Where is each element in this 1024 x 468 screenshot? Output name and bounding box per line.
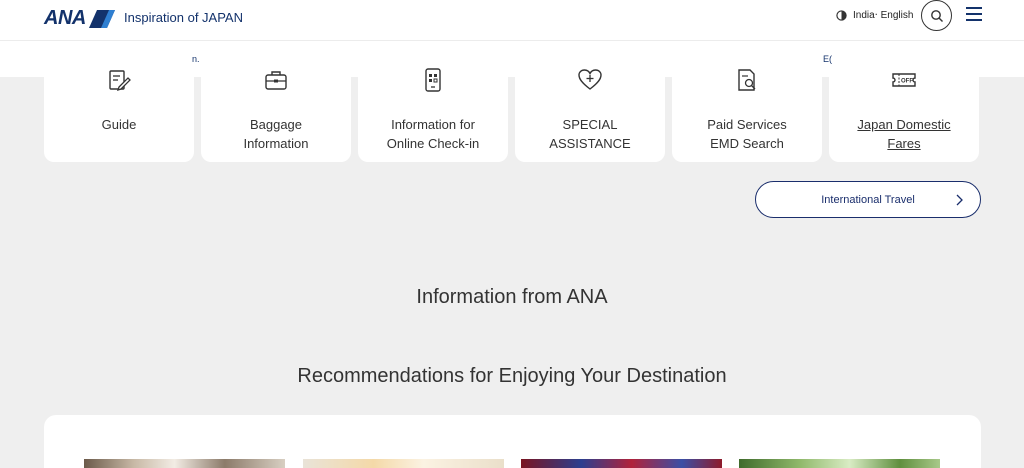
menu-icon-bar bbox=[966, 13, 982, 15]
search-button[interactable] bbox=[921, 0, 952, 31]
card-special-assistance[interactable]: SPECIAL ASSISTANCE bbox=[515, 69, 665, 162]
recommendation-thumbnail[interactable] bbox=[739, 459, 940, 468]
baggage-icon bbox=[265, 71, 287, 90]
information-from-ana-heading: Information from ANA bbox=[416, 286, 608, 308]
ana-logo[interactable]: ANA bbox=[44, 7, 115, 30]
recommendations-heading: Recommendations for Enjoying Your Destin… bbox=[297, 365, 727, 387]
menu-button[interactable] bbox=[966, 6, 982, 22]
subnav-fragment-right[interactable]: E( bbox=[823, 54, 832, 64]
svg-text:OFF: OFF bbox=[901, 79, 913, 85]
guide-icon bbox=[109, 70, 131, 92]
globe-icon bbox=[836, 10, 847, 21]
ana-logo-mark-icon bbox=[88, 9, 115, 28]
qr-phone-icon bbox=[425, 68, 441, 92]
card-online-checkin[interactable]: Information for Online Check-in bbox=[358, 68, 508, 162]
card-checkin-label: Information for Online Check-in bbox=[386, 117, 480, 151]
card-guide-label: Guide bbox=[101, 117, 137, 132]
card-japan-domestic-fares[interactable]: OFF Japan Domestic Fares bbox=[829, 73, 979, 162]
site-header: ANA Inspiration of JAPAN India‧ English bbox=[0, 0, 1024, 40]
menu-icon-bar bbox=[966, 19, 982, 21]
card-baggage-information[interactable]: Baggage Information bbox=[201, 71, 351, 162]
international-travel-button[interactable]: International Travel bbox=[755, 181, 981, 218]
recommendation-thumbnail[interactable] bbox=[521, 459, 722, 468]
card-paid-services-label: Paid Services EMD Search bbox=[707, 117, 787, 151]
chevron-right-icon bbox=[956, 194, 963, 206]
heart-plus-icon bbox=[578, 69, 602, 90]
sub-navigation-bar: n. E( bbox=[0, 40, 1024, 77]
international-travel-label: International Travel bbox=[821, 193, 915, 206]
card-special-assistance-label: SPECIAL ASSISTANCE bbox=[549, 117, 631, 151]
subnav-fragment-left[interactable]: n. bbox=[192, 54, 200, 64]
search-icon bbox=[930, 9, 943, 22]
region-label: India‧ English bbox=[853, 10, 914, 21]
quick-link-cards: Guide Baggage Information Information fo… bbox=[44, 68, 979, 162]
menu-icon-bar bbox=[966, 7, 982, 9]
region-language-selector[interactable]: India‧ English bbox=[836, 10, 913, 21]
logo-text: ANA bbox=[44, 7, 86, 29]
document-search-icon bbox=[738, 69, 756, 91]
card-japan-domestic-fares-label[interactable]: Japan Domestic Fares bbox=[857, 115, 950, 153]
card-baggage-label: Baggage Information bbox=[243, 117, 309, 151]
site-tagline: Inspiration of JAPAN bbox=[124, 10, 243, 25]
card-guide[interactable]: Guide bbox=[44, 70, 194, 162]
card-paid-services[interactable]: Paid Services EMD Search bbox=[672, 69, 822, 162]
recommendation-thumbnail[interactable] bbox=[303, 459, 504, 468]
recommendation-thumbnail[interactable] bbox=[84, 459, 285, 468]
ticket-off-icon: OFF bbox=[892, 73, 916, 87]
